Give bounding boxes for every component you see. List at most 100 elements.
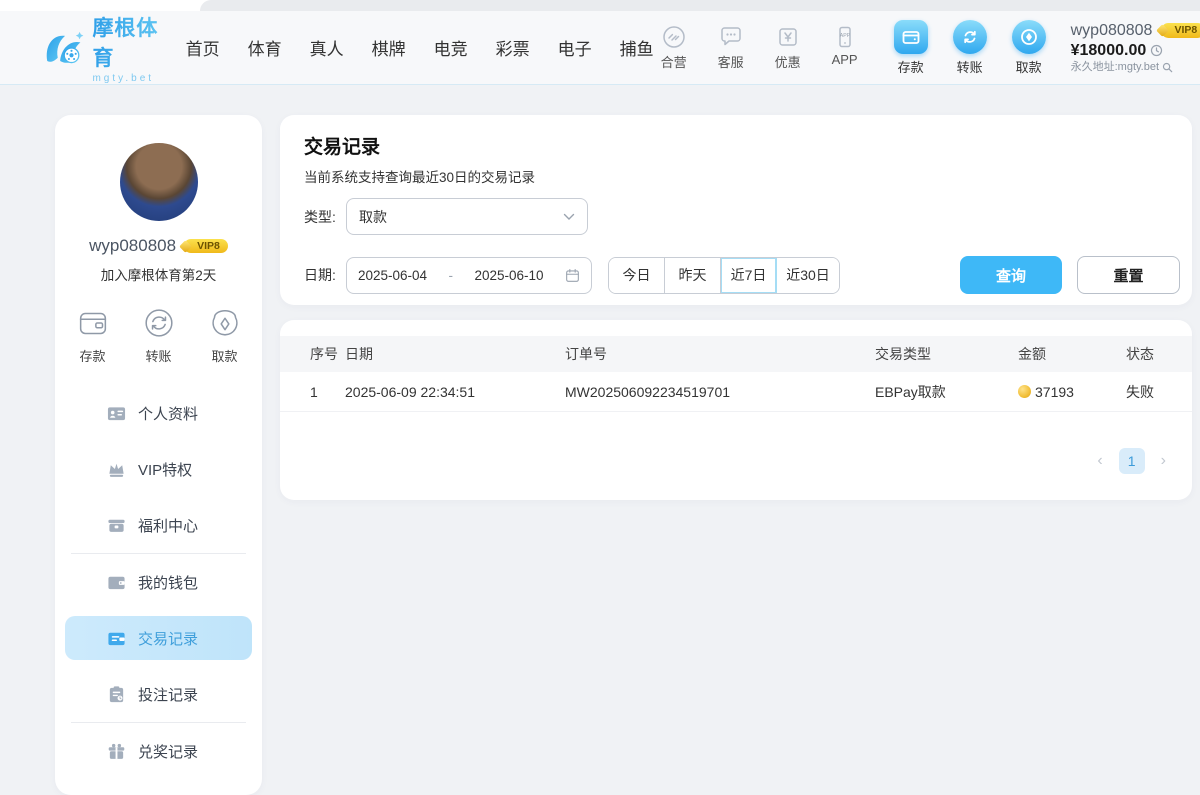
brand-domain: mgty.bet bbox=[92, 73, 163, 84]
sidebar-item-vip[interactable]: VIP特权 bbox=[55, 441, 262, 497]
nav-item-slots[interactable]: 电子 bbox=[558, 35, 592, 60]
cell-status: 失败 bbox=[1126, 382, 1192, 402]
type-select[interactable]: 取款 bbox=[346, 198, 588, 235]
app-icon: APP bbox=[832, 24, 858, 50]
col-status: 状态 bbox=[1126, 344, 1192, 364]
sidebar-vip-badge: VIP8 bbox=[184, 239, 228, 253]
cell-date: 2025-06-09 22:34:51 bbox=[345, 384, 565, 400]
sidebar-transfer-button[interactable]: 转账 bbox=[140, 304, 178, 365]
transfer-icon bbox=[953, 20, 987, 54]
cell-order: MW202506092234519701 bbox=[565, 384, 875, 400]
transaction-table-card: 序号 日期 订单号 交易类型 金额 状态 1 2025-06-09 22:34:… bbox=[280, 320, 1192, 500]
nav-item-live[interactable]: 真人 bbox=[310, 35, 344, 60]
transfer-outline-icon bbox=[140, 304, 178, 342]
transfer-button[interactable]: 转账 bbox=[948, 20, 992, 76]
sidebar-deposit-button[interactable]: 存款 bbox=[74, 304, 112, 365]
main-nav: 首页 体育 真人 棋牌 电竞 彩票 电子 捕鱼 bbox=[186, 35, 654, 60]
username[interactable]: wyp080808 bbox=[1071, 21, 1153, 41]
top-header: 摩根体育 mgty.bet 首页 体育 真人 棋牌 电竞 彩票 电子 捕鱼 合营 bbox=[0, 11, 1200, 85]
date-label: 日期: bbox=[304, 265, 346, 285]
nav-item-sports[interactable]: 体育 bbox=[248, 35, 282, 60]
range-30days[interactable]: 近30日 bbox=[777, 258, 839, 293]
sidebar-item-welfare[interactable]: 福利中心 bbox=[55, 497, 262, 553]
range-7days[interactable]: 近7日 bbox=[721, 258, 777, 293]
cell-no: 1 bbox=[310, 384, 345, 400]
prev-page-icon[interactable]: ‹ bbox=[1097, 453, 1102, 469]
page-title: 交易记录 bbox=[304, 132, 1180, 159]
sidebar-withdraw-button[interactable]: 取款 bbox=[206, 304, 244, 365]
range-yesterday[interactable]: 昨天 bbox=[665, 258, 721, 293]
transaction-record-icon bbox=[107, 629, 126, 648]
chevron-down-icon bbox=[563, 213, 575, 221]
cell-type: EBPay取款 bbox=[875, 382, 1018, 402]
app-download-button[interactable]: APP APP bbox=[825, 24, 865, 71]
sidebar-menu: 个人资料 VIP特权 福利中心 我的钱包 bbox=[55, 385, 262, 779]
reset-button[interactable]: 重置 bbox=[1077, 256, 1180, 294]
brand-logo[interactable]: 摩根体育 mgty.bet bbox=[44, 12, 164, 84]
search-icon[interactable] bbox=[1162, 62, 1173, 73]
sidebar-avatar[interactable] bbox=[120, 143, 198, 221]
sidebar-item-bets[interactable]: 投注记录 bbox=[55, 666, 262, 722]
deposit-outline-icon bbox=[74, 304, 112, 342]
brand-logo-icon bbox=[44, 26, 84, 70]
sidebar-item-profile[interactable]: 个人资料 bbox=[55, 385, 262, 441]
nav-item-home[interactable]: 首页 bbox=[186, 35, 220, 60]
col-type: 交易类型 bbox=[875, 344, 1018, 364]
nav-item-lottery[interactable]: 彩票 bbox=[496, 35, 530, 60]
balance-amount: ¥18000.00 bbox=[1071, 41, 1147, 61]
col-no: 序号 bbox=[310, 344, 345, 364]
sidebar-quick-actions: 存款 转账 取款 bbox=[55, 304, 262, 365]
profile-sidebar: wyp080808 VIP8 加入摩根体育第2天 存款 转账 bbox=[55, 115, 262, 795]
col-order: 订单号 bbox=[565, 344, 875, 364]
utility-group: 合营 客服 优惠 APP bbox=[654, 24, 865, 71]
date-separator: - bbox=[449, 268, 454, 283]
partnership-button[interactable]: 合营 bbox=[654, 24, 694, 71]
perma-link[interactable]: 永久地址:mgty.bet bbox=[1071, 61, 1159, 75]
bet-record-icon bbox=[107, 685, 126, 704]
sidebar-item-prizes[interactable]: 兑奖记录 bbox=[55, 723, 262, 779]
browser-chrome bbox=[0, 0, 1200, 11]
next-page-icon[interactable]: › bbox=[1161, 453, 1166, 469]
joined-days-text: 加入摩根体育第2天 bbox=[55, 264, 262, 284]
nav-item-fishing[interactable]: 捕鱼 bbox=[620, 35, 654, 60]
pagination: ‹ 1 › bbox=[280, 448, 1192, 474]
coin-icon bbox=[1018, 385, 1031, 398]
calendar-icon bbox=[565, 268, 580, 283]
date-to: 2025-06-10 bbox=[474, 268, 543, 283]
withdraw-outline-icon bbox=[206, 304, 244, 342]
range-today[interactable]: 今日 bbox=[609, 258, 665, 293]
deposit-button[interactable]: 存款 bbox=[889, 20, 933, 76]
id-card-icon bbox=[107, 404, 126, 423]
cell-amount: 37193 bbox=[1018, 384, 1126, 400]
withdraw-icon bbox=[1012, 20, 1046, 54]
date-range-input[interactable]: 2025-06-04 - 2025-06-10 bbox=[346, 257, 592, 294]
col-amount: 金额 bbox=[1018, 344, 1126, 364]
handshake-icon bbox=[661, 24, 687, 50]
withdraw-button[interactable]: 取款 bbox=[1007, 20, 1051, 76]
user-info: wyp080808 VIP8 ¥18000.00 永久地址:mgty.bet bbox=[1071, 21, 1200, 75]
date-from: 2025-06-04 bbox=[358, 268, 427, 283]
welfare-box-icon bbox=[107, 516, 126, 535]
current-page[interactable]: 1 bbox=[1119, 448, 1145, 474]
support-button[interactable]: 客服 bbox=[711, 24, 751, 71]
support-chat-icon bbox=[718, 24, 744, 50]
promo-button[interactable]: 优惠 bbox=[768, 24, 808, 71]
sidebar-item-transactions[interactable]: 交易记录 bbox=[65, 616, 252, 660]
sidebar-username: wyp080808 bbox=[89, 236, 176, 256]
type-select-value: 取款 bbox=[359, 207, 387, 227]
prize-record-icon bbox=[107, 742, 126, 761]
crown-icon bbox=[107, 460, 126, 479]
quick-range-group: 今日 昨天 近7日 近30日 bbox=[608, 257, 840, 294]
svg-text:APP: APP bbox=[839, 33, 850, 39]
refresh-balance-icon[interactable] bbox=[1150, 44, 1163, 57]
type-label: 类型: bbox=[304, 207, 346, 227]
sidebar-item-wallet[interactable]: 我的钱包 bbox=[55, 554, 262, 610]
vip-badge: VIP8 bbox=[1161, 23, 1200, 38]
brand-name: 摩根体育 bbox=[92, 12, 163, 72]
nav-item-esports[interactable]: 电竞 bbox=[434, 35, 468, 60]
nav-item-cards[interactable]: 棋牌 bbox=[372, 35, 406, 60]
table-row: 1 2025-06-09 22:34:51 MW2025060922345197… bbox=[280, 372, 1192, 412]
search-button[interactable]: 查询 bbox=[960, 256, 1062, 294]
deposit-icon bbox=[894, 20, 928, 54]
wallet-icon bbox=[107, 573, 126, 592]
